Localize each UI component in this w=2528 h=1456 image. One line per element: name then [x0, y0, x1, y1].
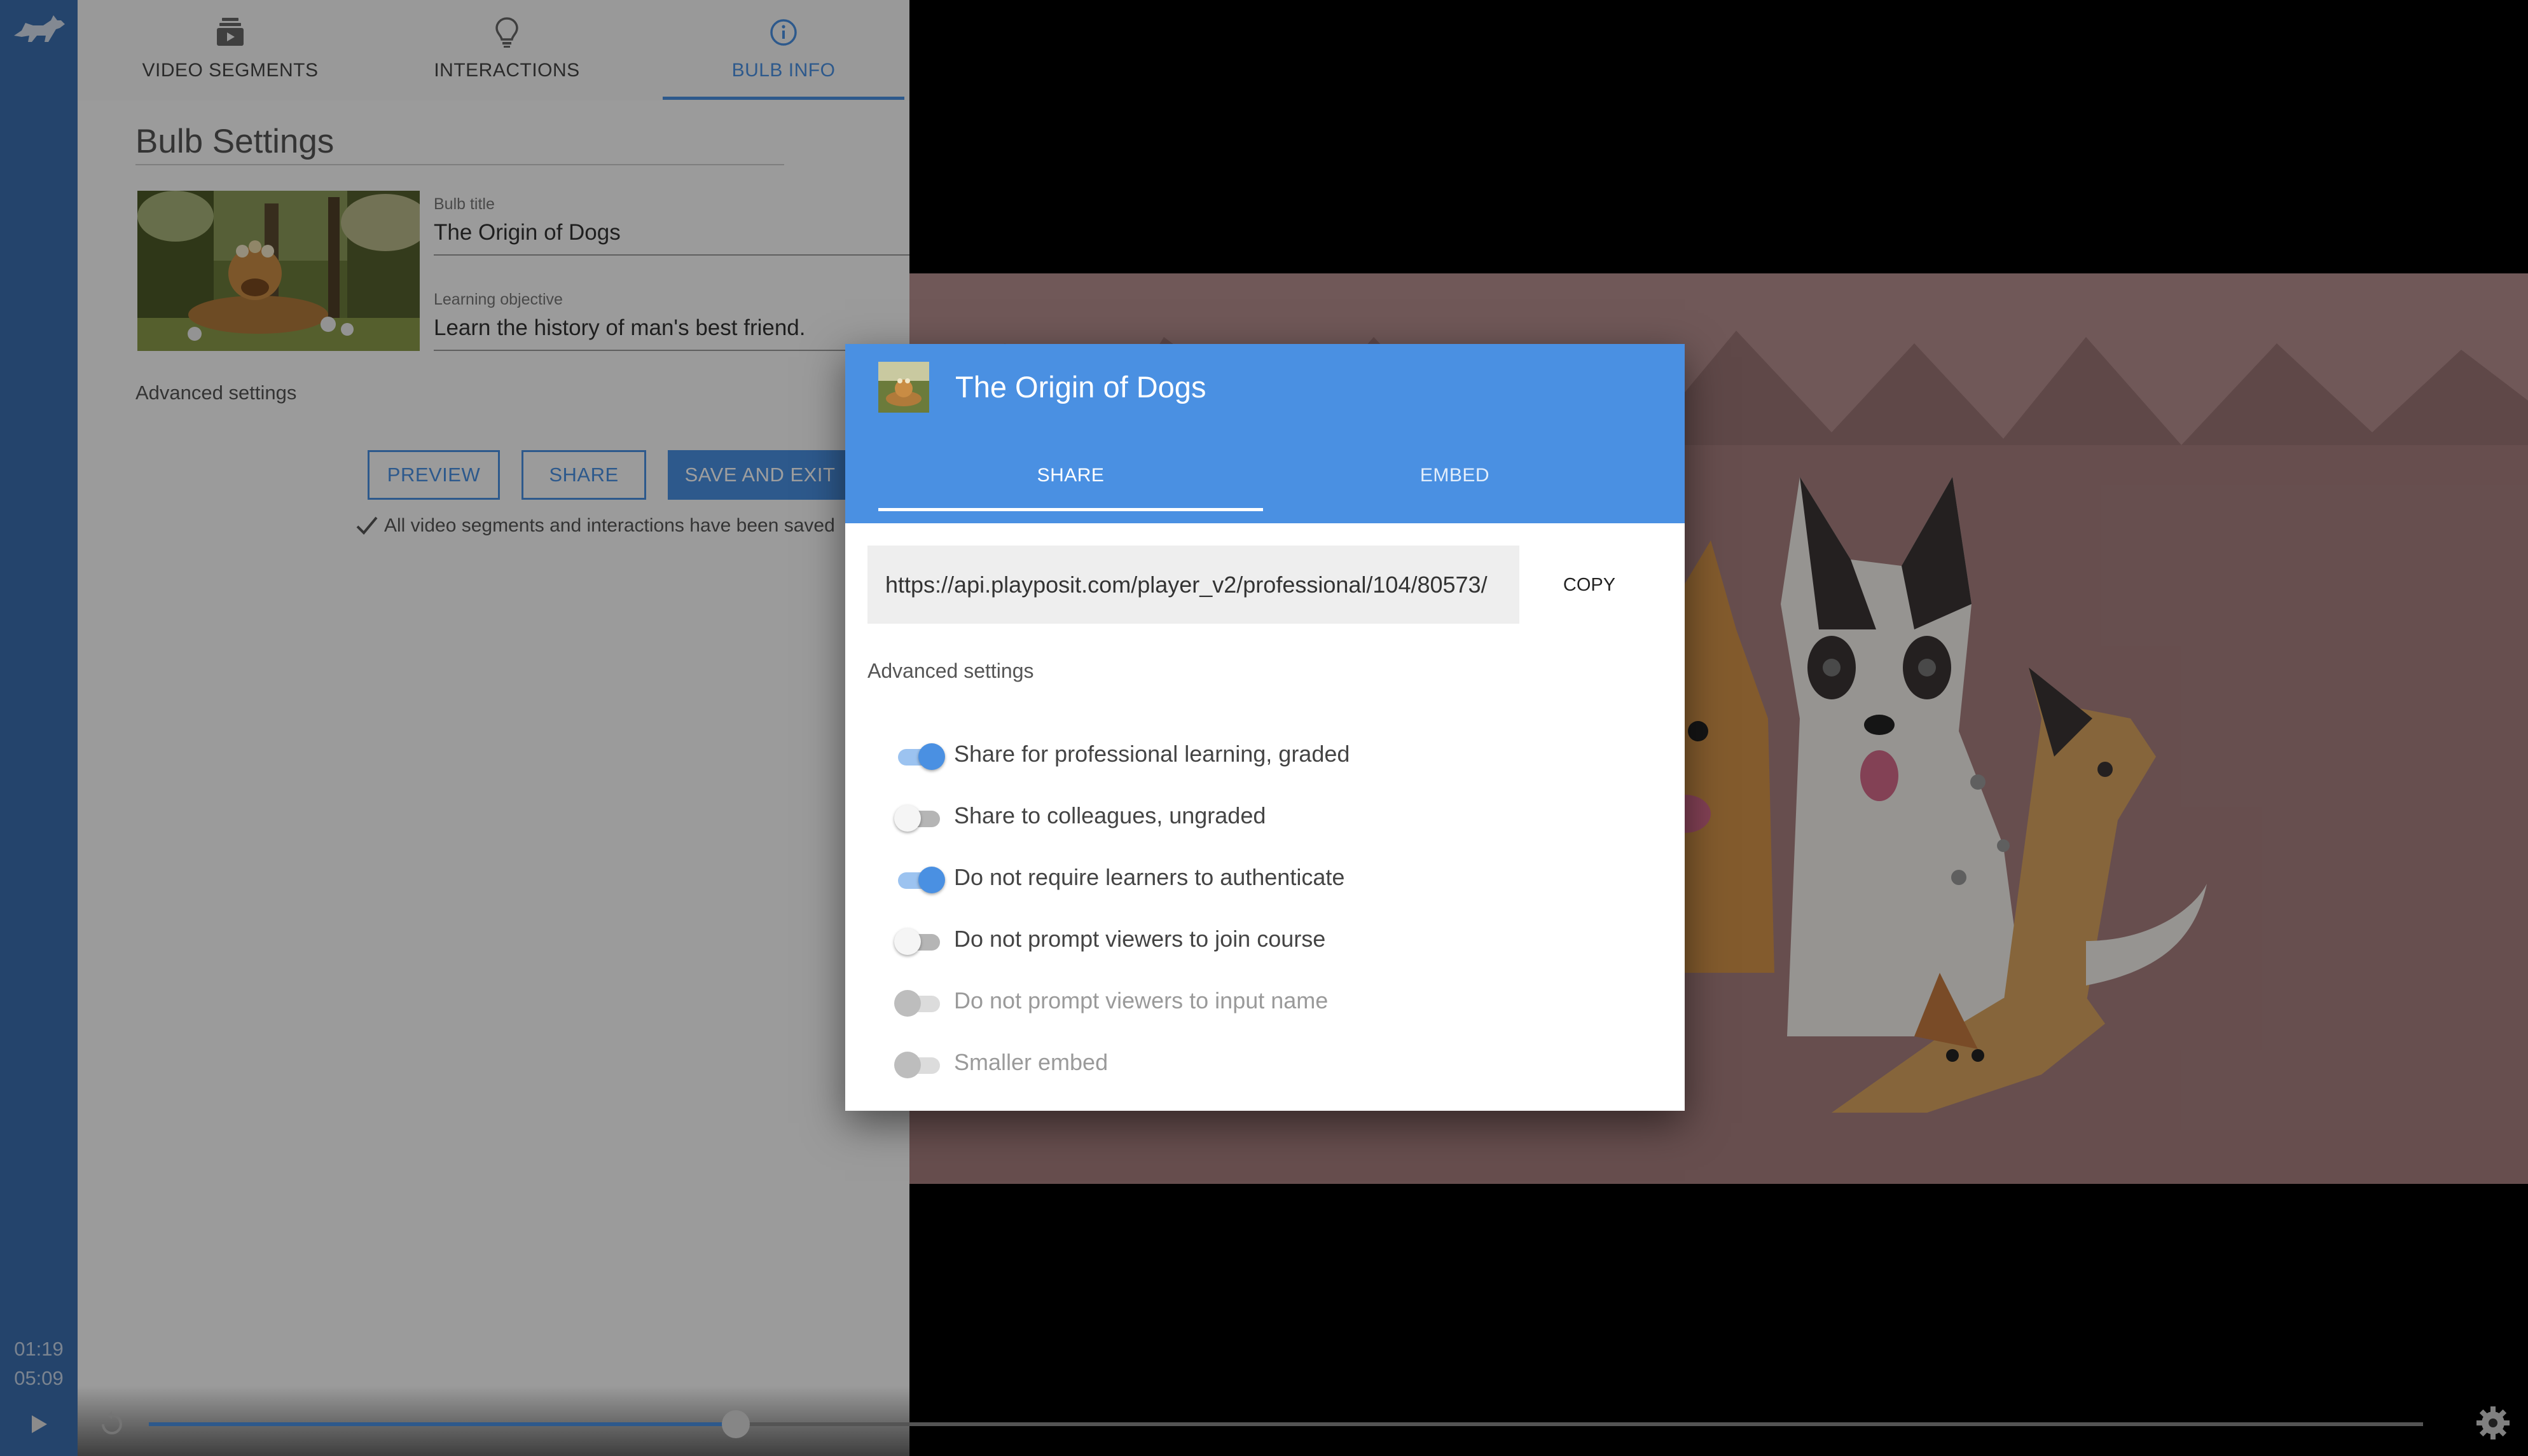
toggle-switch: [894, 990, 943, 1017]
toggle-switch: [894, 1052, 943, 1078]
bulb-thumbnail-small-image: [878, 362, 929, 413]
option-professional-learning-graded[interactable]: Share for professional learning, graded: [867, 731, 1631, 781]
option-no-authentication[interactable]: Do not require learners to authenticate: [867, 854, 1631, 905]
option-colleagues-ungraded[interactable]: Share to colleagues, ungraded: [867, 792, 1631, 843]
tab-share[interactable]: SHARE: [878, 465, 1263, 486]
dialog-header: The Origin of Dogs SHARE EMBED: [845, 344, 1685, 523]
advanced-settings-heading: Advanced settings: [867, 659, 1034, 682]
option-label: Share for professional learning, graded: [954, 741, 1350, 767]
toggle-switch[interactable]: [894, 743, 945, 770]
option-no-name-prompt: Do not prompt viewers to input name: [867, 977, 1631, 1028]
option-label: Do not prompt viewers to join course: [954, 926, 1326, 952]
share-url-box[interactable]: [867, 546, 1519, 624]
option-label: Do not require learners to authenticate: [954, 864, 1345, 890]
tab-embed[interactable]: EMBED: [1262, 465, 1647, 486]
option-no-join-course-prompt[interactable]: Do not prompt viewers to join course: [867, 916, 1631, 966]
option-label: Smaller embed: [954, 1049, 1109, 1075]
share-dialog: The Origin of Dogs SHARE EMBED COPY Adva…: [845, 344, 1685, 1111]
toggle-switch[interactable]: [894, 805, 943, 832]
option-label: Do not prompt viewers to input name: [954, 987, 1329, 1013]
option-smaller-embed: Smaller embed: [867, 1039, 1631, 1090]
option-label: Share to colleagues, ungraded: [954, 802, 1266, 828]
toggle-switch[interactable]: [894, 928, 943, 955]
dialog-title: The Origin of Dogs: [955, 370, 1206, 404]
active-tab-indicator: [878, 508, 1263, 511]
share-url-input[interactable]: [884, 570, 1503, 599]
copy-button[interactable]: COPY: [1545, 561, 1634, 608]
toggle-switch[interactable]: [894, 867, 945, 893]
